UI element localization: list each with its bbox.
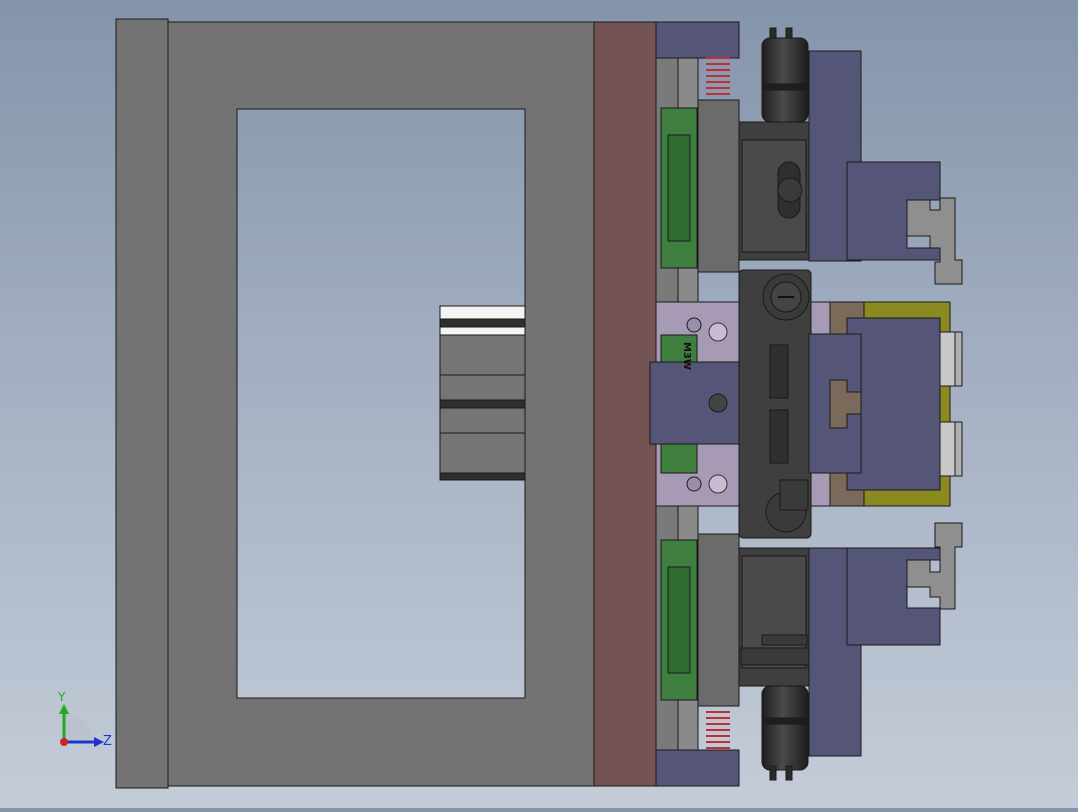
coordinate-triad: Y Z — [57, 690, 112, 749]
bracket-bottom — [906, 522, 963, 610]
spring-top — [706, 57, 730, 95]
bracket-top — [906, 197, 963, 285]
cad-viewport[interactable]: M3W Y Z — [0, 0, 1078, 808]
left-rail — [115, 18, 169, 789]
bottom-clamp-cap — [655, 749, 740, 787]
center-block-stack — [439, 305, 526, 481]
top-clamp-cap — [655, 21, 740, 59]
assembly-drawing[interactable]: M3W Y Z — [0, 0, 1078, 808]
brown-plate — [593, 21, 657, 787]
pin-hole-icon — [708, 393, 728, 413]
spring-bottom — [706, 711, 730, 749]
triad-y-label: Y — [57, 690, 66, 704]
slide-bar-bottom — [697, 533, 740, 707]
cylinder-top — [761, 27, 809, 123]
cylinder-bottom — [761, 685, 809, 781]
slide-bar-top — [697, 99, 740, 273]
origin-icon — [60, 738, 68, 746]
knob-upper-icon — [777, 177, 803, 203]
part-label: M3W — [681, 342, 692, 370]
triad-z-label: Z — [103, 734, 112, 749]
main-frame — [167, 21, 595, 787]
